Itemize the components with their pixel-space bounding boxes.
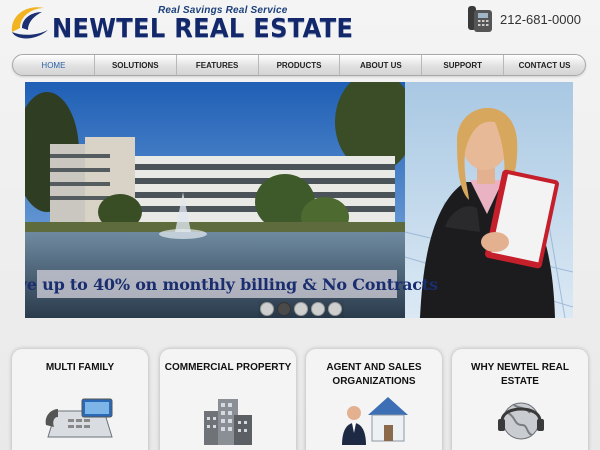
nav-home[interactable]: HOME bbox=[13, 55, 95, 75]
logo-brand-name: NEWTEL REAL ESTATE bbox=[52, 14, 354, 44]
card-multi-family[interactable]: MULTI FAMILY bbox=[12, 349, 148, 450]
phone-number[interactable]: 212-681-0000 bbox=[500, 12, 581, 27]
slide-dot[interactable] bbox=[311, 302, 325, 316]
slide-dot-active[interactable] bbox=[277, 302, 291, 316]
office-phone-icon bbox=[45, 398, 113, 438]
card-title: MULTI FAMILY bbox=[45, 362, 115, 373]
nav-features[interactable]: FEATURES bbox=[177, 55, 259, 75]
phone-contact[interactable]: 212-681-0000 bbox=[460, 4, 595, 36]
desk-phone-icon bbox=[468, 6, 492, 32]
slide-dot[interactable] bbox=[294, 302, 308, 316]
nav-about-us[interactable]: ABOUT US bbox=[340, 55, 423, 75]
card-commercial-property[interactable]: COMMERCIAL PROPERTY bbox=[160, 349, 296, 450]
slide-dot[interactable] bbox=[328, 302, 342, 316]
site-header: Real Savings Real Service NEWTEL REAL ES… bbox=[0, 0, 600, 50]
nav-contact-us[interactable]: CONTACT US bbox=[504, 55, 585, 75]
logo-swoosh-icon bbox=[11, 7, 48, 39]
slide-dot[interactable] bbox=[260, 302, 274, 316]
card-title: COMMERCIAL PROPERTY bbox=[164, 362, 292, 373]
card-title: WHY NEWTEL REAL ESTATE bbox=[471, 362, 569, 387]
hero-banner: Save up to 40% on monthly billing & No C… bbox=[25, 82, 573, 318]
office-building-icon bbox=[204, 399, 252, 445]
agent-house-icon bbox=[342, 397, 408, 445]
globe-headset-icon bbox=[498, 402, 544, 440]
slider-pagination bbox=[258, 300, 344, 318]
promo-banner-text: Save up to 40% on monthly billing & No C… bbox=[25, 270, 438, 298]
main-nav: HOME SOLUTIONS FEATURES PRODUCTS ABOUT U… bbox=[12, 54, 586, 76]
nav-support[interactable]: SUPPORT bbox=[422, 55, 505, 75]
nav-products[interactable]: PRODUCTS bbox=[259, 55, 341, 75]
card-title: AGENT AND SALES ORGANIZATIONS bbox=[326, 362, 422, 387]
nav-solutions[interactable]: SOLUTIONS bbox=[95, 55, 177, 75]
card-agent-sales[interactable]: AGENT AND SALES ORGANIZATIONS bbox=[306, 349, 442, 450]
card-why-newtel[interactable]: WHY NEWTEL REAL ESTATE bbox=[452, 349, 588, 450]
logo[interactable]: Real Savings Real Service NEWTEL REAL ES… bbox=[8, 2, 353, 48]
solution-cards: MULTI FAMILY COMMERCIAL PROPERTY AGENT A… bbox=[12, 349, 592, 450]
